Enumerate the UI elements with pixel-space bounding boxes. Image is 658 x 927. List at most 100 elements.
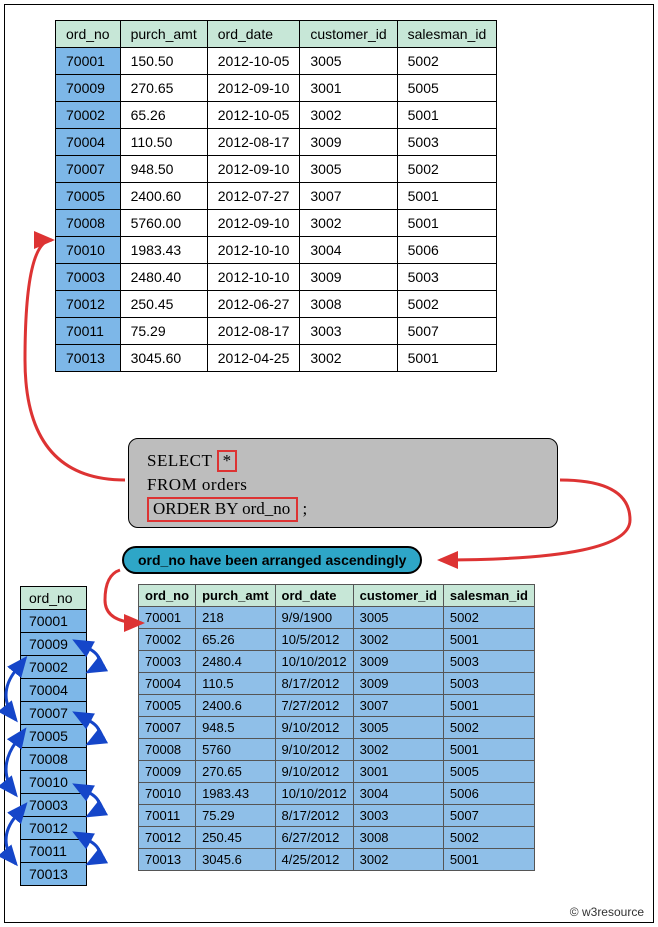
cell: 5001 <box>443 849 534 871</box>
table-row: 70009 <box>21 633 87 656</box>
orders-source-table: ord_nopurch_amtord_datecustomer_idsalesm… <box>55 20 497 372</box>
cell: 3003 <box>300 318 397 345</box>
cell: 3005 <box>353 717 443 739</box>
cell: 2012-10-10 <box>207 264 300 291</box>
cell: 70007 <box>21 702 87 725</box>
cell: 2480.40 <box>120 264 207 291</box>
cell: 218 <box>196 607 275 629</box>
cell: 3009 <box>300 264 397 291</box>
table-row: 70012250.456/27/201230085002 <box>139 827 535 849</box>
cell: 70002 <box>21 656 87 679</box>
cell: 5001 <box>397 210 497 237</box>
cell: 5002 <box>443 717 534 739</box>
cell: 10/10/2012 <box>275 783 353 805</box>
cell: 2400.60 <box>120 183 207 210</box>
cell: 3002 <box>353 739 443 761</box>
table-row: 70004 <box>21 679 87 702</box>
cell: 70007 <box>56 156 121 183</box>
cell: 3004 <box>353 783 443 805</box>
ordno-column-table: ord_no 700017000970002700047000770005700… <box>20 586 87 886</box>
table-row: 70005 <box>21 725 87 748</box>
cell: 3008 <box>300 291 397 318</box>
cell: 2012-08-17 <box>207 129 300 156</box>
cell: 3002 <box>300 102 397 129</box>
cell: 3009 <box>300 129 397 156</box>
cell: 2012-10-10 <box>207 237 300 264</box>
top-header-cell: ord_date <box>207 21 300 48</box>
cell: 948.5 <box>196 717 275 739</box>
cell: 4/25/2012 <box>275 849 353 871</box>
cell: 3005 <box>300 48 397 75</box>
res-header-cell: customer_id <box>353 585 443 607</box>
cell: 2012-06-27 <box>207 291 300 318</box>
cell: 70005 <box>21 725 87 748</box>
table-row: 70013 <box>21 863 87 886</box>
cell: 2012-04-25 <box>207 345 300 372</box>
table-row: 700052400.602012-07-2730075001 <box>56 183 497 210</box>
cell: 5001 <box>443 739 534 761</box>
cell: 1983.43 <box>196 783 275 805</box>
cell: 70002 <box>139 629 196 651</box>
sql-star-highlight: * <box>217 450 238 472</box>
cell: 5760.00 <box>120 210 207 237</box>
cell: 7/27/2012 <box>275 695 353 717</box>
top-header-cell: customer_id <box>300 21 397 48</box>
cell: 5003 <box>397 264 497 291</box>
cell: 70011 <box>139 805 196 827</box>
cell: 70010 <box>21 771 87 794</box>
cell: 5001 <box>443 695 534 717</box>
cell: 5002 <box>443 607 534 629</box>
cell: 5006 <box>443 783 534 805</box>
cell: 3005 <box>353 607 443 629</box>
cell: 70012 <box>56 291 121 318</box>
cell: 250.45 <box>196 827 275 849</box>
cell: 70010 <box>139 783 196 805</box>
sql-orderby-highlight: ORDER BY ord_no <box>147 497 298 522</box>
cell: 948.50 <box>120 156 207 183</box>
cell: 5002 <box>443 827 534 849</box>
cell: 8/17/2012 <box>275 673 353 695</box>
cell: 70013 <box>21 863 87 886</box>
table-row: 70002 <box>21 656 87 679</box>
cell: 2012-08-17 <box>207 318 300 345</box>
cell: 2012-10-05 <box>207 48 300 75</box>
cell: 8/17/2012 <box>275 805 353 827</box>
cell: 3007 <box>353 695 443 717</box>
res-header-cell: ord_date <box>275 585 353 607</box>
cell: 110.5 <box>196 673 275 695</box>
table-row: 70012250.452012-06-2730085002 <box>56 291 497 318</box>
cell: 70009 <box>56 75 121 102</box>
cell: 10/5/2012 <box>275 629 353 651</box>
cell: 9/10/2012 <box>275 739 353 761</box>
cell: 70010 <box>56 237 121 264</box>
sql-query-box: SELECT * FROM orders ORDER BY ord_no ; <box>128 438 558 528</box>
table-row: 70007948.502012-09-1030055002 <box>56 156 497 183</box>
table-row: 700101983.4310/10/201230045006 <box>139 783 535 805</box>
cell: 70013 <box>56 345 121 372</box>
cell: 5001 <box>397 102 497 129</box>
cell: 9/9/1900 <box>275 607 353 629</box>
cell: 75.29 <box>120 318 207 345</box>
cell: 9/10/2012 <box>275 761 353 783</box>
cell: 2012-09-10 <box>207 156 300 183</box>
cell: 5002 <box>397 48 497 75</box>
cell: 70013 <box>139 849 196 871</box>
top-header-cell: ord_no <box>56 21 121 48</box>
sql-select: SELECT <box>147 451 212 470</box>
cell: 70008 <box>139 739 196 761</box>
table-row: 70012 <box>21 817 87 840</box>
table-row: 700101983.432012-10-1030045006 <box>56 237 497 264</box>
table-row: 70004110.58/17/201230095003 <box>139 673 535 695</box>
table-row: 70011 <box>21 840 87 863</box>
table-row: 700032480.402012-10-1030095003 <box>56 264 497 291</box>
res-header-cell: purch_amt <box>196 585 275 607</box>
cell: 75.29 <box>196 805 275 827</box>
cell: 2012-10-05 <box>207 102 300 129</box>
cell: 3001 <box>300 75 397 102</box>
cell: 70001 <box>21 610 87 633</box>
table-row: 70009270.652012-09-1030015005 <box>56 75 497 102</box>
cell: 150.50 <box>120 48 207 75</box>
cell: 70004 <box>21 679 87 702</box>
cell: 270.65 <box>120 75 207 102</box>
cell: 5003 <box>443 651 534 673</box>
